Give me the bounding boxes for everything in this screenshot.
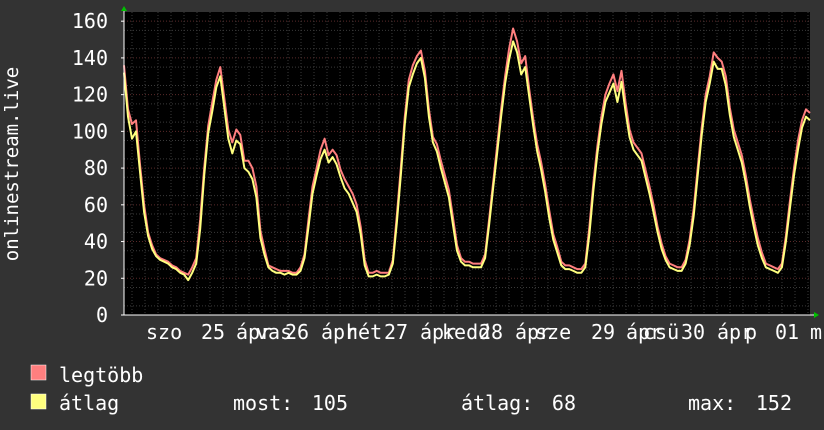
y-axis-label: onlinestream.live bbox=[1, 67, 23, 261]
y-tick-label: 140 bbox=[72, 46, 108, 70]
x-tick-label: 28 bbox=[479, 320, 503, 344]
x-tick-labels: szo 25 áprvas26 áprhét 27 áprkedd28 áprsze 29 áp… bbox=[146, 320, 822, 344]
stats-row: most: 105 átlag: 68 max: 152 bbox=[233, 391, 792, 415]
stat-most-value: 105 bbox=[312, 391, 348, 415]
y-tick-label: 0 bbox=[96, 303, 108, 327]
x-tick-label: 27 bbox=[384, 320, 408, 344]
x-tick-label: csü bbox=[643, 320, 679, 344]
legend-swatch-atlag bbox=[30, 393, 47, 410]
x-tick-label: 29 bbox=[591, 320, 615, 344]
legend-label-legtobb: legtöbb bbox=[59, 363, 143, 387]
y-tick-label: 120 bbox=[72, 83, 108, 107]
chart-canvas: 020406080100120140160 szo 25 áprvas26 áprhé… bbox=[0, 0, 824, 430]
x-tick-label: 01 bbox=[775, 320, 799, 344]
x-tick-label: 30 bbox=[681, 320, 705, 344]
x-tick-label: szo bbox=[146, 320, 182, 344]
y-tick-label: 100 bbox=[72, 119, 108, 143]
y-tick-label: 160 bbox=[72, 9, 108, 33]
legend-label-atlag: átlag bbox=[59, 391, 119, 415]
y-tick-label: 40 bbox=[84, 230, 108, 254]
x-tick-label: hét bbox=[346, 320, 382, 344]
y-tick-label: 80 bbox=[84, 156, 108, 180]
x-tick-label: sze bbox=[535, 320, 571, 344]
x-tick-label: m bbox=[810, 320, 822, 344]
stat-max-label: max: bbox=[688, 391, 736, 415]
y-tick-label: 20 bbox=[84, 266, 108, 290]
x-tick-label: 26 bbox=[285, 320, 309, 344]
stat-atlag-label: átlag: bbox=[461, 391, 533, 415]
stat-max-value: 152 bbox=[756, 391, 792, 415]
legend-swatch-legtobb bbox=[30, 364, 47, 381]
x-tick-label: p bbox=[745, 320, 757, 344]
x-tick-label: 25 bbox=[201, 320, 225, 344]
stat-most-label: most: bbox=[233, 391, 293, 415]
y-tick-label: 60 bbox=[84, 193, 108, 217]
stat-atlag-value: 68 bbox=[552, 391, 576, 415]
